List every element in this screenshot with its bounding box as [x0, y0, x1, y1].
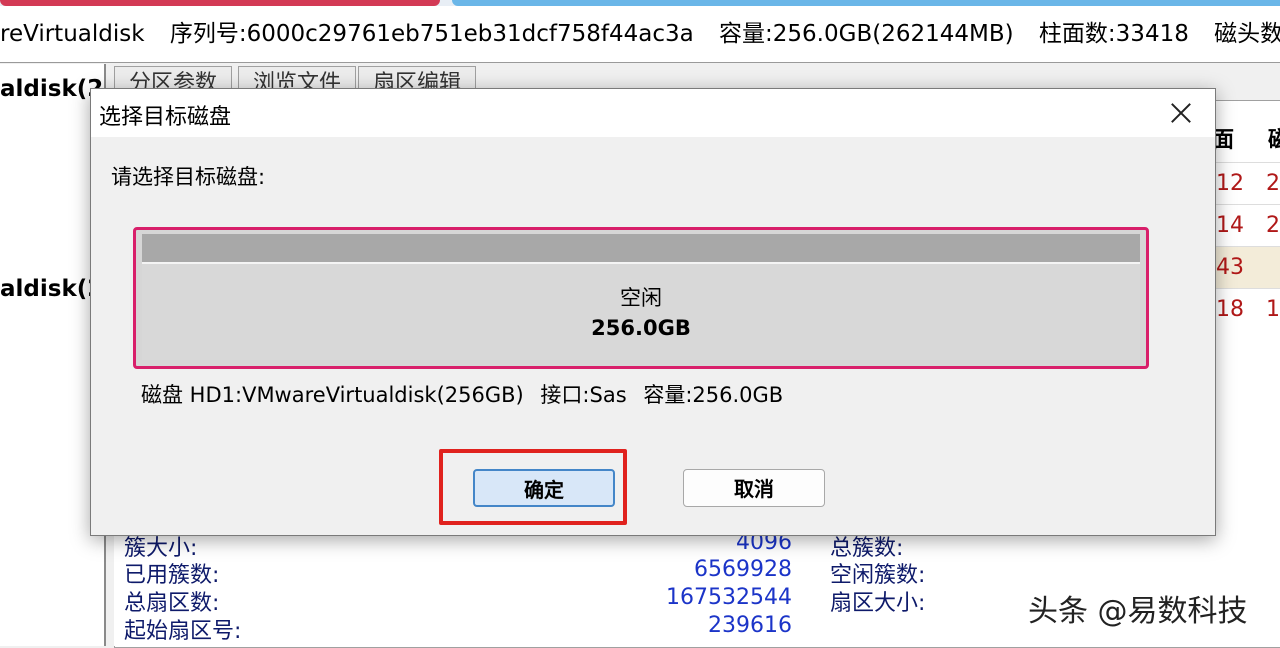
table-cell: 14	[1216, 213, 1244, 238]
disk-capacity-detail: 容量:256.0GB	[643, 383, 784, 407]
table-cell: 2	[1266, 213, 1280, 238]
dialog-prompt: 请选择目标磁盘:	[111, 165, 266, 189]
table-cell: 2	[1266, 171, 1280, 196]
disk-cylinders: 柱面数:33418	[1038, 21, 1189, 47]
select-target-disk-dialog: 选择目标磁盘 请选择目标磁盘: 空闲 256.0GB 磁盘 HD1:VMware…	[90, 88, 1216, 536]
disk-header-bar	[142, 234, 1140, 262]
target-disk-option[interactable]: 空闲 256.0GB	[133, 227, 1149, 369]
dialog-title-bar: 选择目标磁盘	[91, 89, 1215, 137]
disk-heads: 磁头数:255	[1214, 21, 1280, 47]
stat-label: 扇区大小:	[830, 591, 926, 616]
disk-info-bar: reVirtualdisk 序列号:6000c29761eb751eb31dcf…	[0, 6, 1280, 63]
stat-label: 起始扇区号:	[124, 619, 242, 644]
table-cell: 1	[1266, 297, 1280, 322]
free-space-block[interactable]: 空闲 256.0GB	[142, 262, 1140, 360]
disk-interface: 接口:Sas	[540, 383, 627, 407]
ok-button[interactable]: 确定	[473, 469, 615, 507]
table-cell: 18	[1216, 297, 1244, 322]
stat-value: 239616	[708, 613, 792, 638]
cancel-button[interactable]: 取消	[683, 469, 825, 507]
watermark: 头条 @易数科技	[1028, 594, 1248, 629]
table-row[interactable]: 14 2	[1206, 204, 1280, 247]
disk-capacity: 容量:256.0GB(262144MB)	[719, 21, 1014, 47]
stat-value: 6569928	[694, 557, 792, 582]
disk-tree-item[interactable]: aldisk(2	[0, 76, 103, 102]
table-row[interactable]: 18 1	[1206, 288, 1280, 331]
disk-model: reVirtualdisk	[0, 21, 145, 47]
disk-name: 磁盘 HD1:VMwareVirtualdisk(256GB)	[141, 383, 524, 407]
disk-status: 空闲	[620, 286, 662, 310]
table-cell: 43	[1216, 255, 1244, 280]
disk-tree-item[interactable]: aldisk(2	[0, 276, 103, 302]
close-icon[interactable]	[1165, 97, 1197, 129]
table-row[interactable]: 12 2	[1206, 162, 1280, 205]
disk-size: 256.0GB	[591, 316, 691, 340]
table-row-selected[interactable]: 43	[1206, 246, 1280, 289]
disk-details: 磁盘 HD1:VMwareVirtualdisk(256GB) 接口:Sas 容…	[141, 379, 793, 409]
dialog-title: 选择目标磁盘	[99, 105, 232, 130]
partition-table: 面 磁 12 2 14 2 43 18 1	[1206, 110, 1280, 410]
disk-serial: 序列号:6000c29761eb751eb31dcf758f44ac3a	[169, 21, 694, 47]
table-cell: 12	[1216, 171, 1244, 196]
stat-value: 167532544	[666, 585, 792, 610]
table-header: 磁	[1268, 128, 1280, 153]
